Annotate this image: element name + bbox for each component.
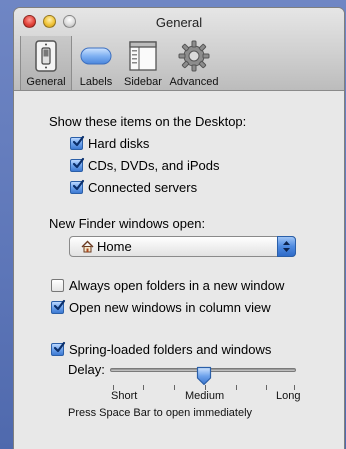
slider-tick bbox=[266, 385, 267, 390]
tab-labels-label: Labels bbox=[79, 76, 113, 88]
cds-dvds-ipods-label: CDs, DVDs, and iPods bbox=[88, 158, 220, 173]
always-open-new-window-label: Always open folders in a new window bbox=[69, 278, 285, 293]
gear-icon bbox=[177, 39, 211, 76]
finder-preferences-window: General General Labels Sidebar Advanced … bbox=[14, 8, 344, 449]
tab-advanced[interactable]: Advanced bbox=[166, 36, 222, 90]
new-window-location-value: Home bbox=[97, 239, 132, 254]
hard-disks-label: Hard disks bbox=[88, 136, 150, 151]
label-pill-icon bbox=[79, 39, 113, 76]
cds-dvds-ipods-checkbox[interactable] bbox=[70, 157, 85, 172]
connected-servers-label: Connected servers bbox=[88, 180, 198, 195]
spring-loaded-label: Spring-loaded folders and windows bbox=[69, 342, 272, 357]
tab-advanced-label: Advanced bbox=[169, 76, 219, 88]
column-view-checkbox[interactable] bbox=[51, 299, 66, 314]
light-switch-icon bbox=[29, 39, 63, 76]
tab-sidebar[interactable]: Sidebar bbox=[120, 36, 166, 90]
desktop-items-heading: Show these items on the Desktop: bbox=[49, 114, 247, 129]
toolbar: General General Labels Sidebar Advanced bbox=[14, 8, 344, 91]
tab-labels[interactable]: Labels bbox=[72, 36, 120, 90]
tab-general[interactable]: General bbox=[20, 36, 72, 90]
always-open-new-window-checkbox[interactable] bbox=[51, 279, 64, 292]
delay-slider-knob[interactable] bbox=[196, 366, 212, 391]
new-window-heading: New Finder windows open: bbox=[49, 216, 206, 231]
column-view-label: Open new windows in column view bbox=[69, 300, 271, 315]
slider-tick bbox=[143, 385, 144, 390]
tab-general-label: General bbox=[26, 76, 66, 88]
tab-sidebar-label: Sidebar bbox=[124, 76, 162, 88]
delay-label: Delay: bbox=[68, 362, 105, 377]
window-title: General bbox=[155, 15, 203, 30]
slider-short-label: Short bbox=[111, 390, 138, 402]
spring-loaded-checkbox[interactable] bbox=[51, 341, 66, 356]
slider-long-label: Long bbox=[276, 390, 301, 402]
spring-loaded-hint: Press Space Bar to open immediately bbox=[68, 407, 253, 419]
slider-medium-label: Medium bbox=[185, 390, 225, 402]
new-window-location-popup[interactable]: Home bbox=[69, 236, 296, 257]
slider-tick bbox=[236, 385, 237, 390]
home-icon bbox=[81, 240, 94, 258]
hard-disks-checkbox[interactable] bbox=[70, 135, 85, 150]
sidebar-icon bbox=[126, 39, 160, 76]
popup-arrows-icon bbox=[277, 236, 296, 257]
connected-servers-checkbox[interactable] bbox=[70, 179, 85, 194]
slider-tick bbox=[174, 385, 175, 390]
